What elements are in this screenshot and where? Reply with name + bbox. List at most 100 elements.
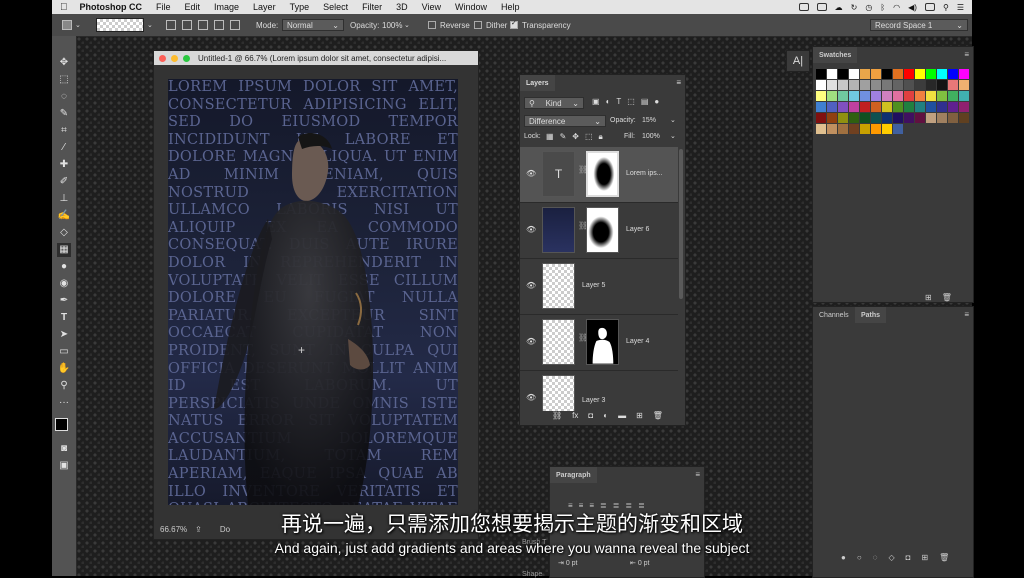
display-icon[interactable] [816, 3, 827, 11]
panel-menu-icon[interactable]: ≡ [964, 310, 969, 319]
filter-toggle-icon[interactable]: ● [654, 97, 659, 106]
color-swatch[interactable] [860, 102, 870, 112]
color-swatch[interactable] [882, 69, 892, 79]
color-swatch[interactable] [882, 124, 892, 134]
workspace-switcher[interactable]: Record Space 1 ⌄ [870, 19, 968, 31]
chevron-down-icon[interactable]: ⌄ [404, 14, 410, 36]
reflected-gradient-icon[interactable] [214, 20, 224, 30]
layer-name[interactable]: Layer 3 [582, 397, 605, 404]
layer-opacity-field[interactable]: 15% [642, 117, 656, 124]
menu-window[interactable]: Window [455, 2, 487, 12]
color-swatch[interactable] [827, 69, 837, 79]
document-canvas[interactable]: LOREM IPSUM DOLOR SIT AMET, CONSECTETUR … [168, 79, 458, 505]
layer-mask-thumbnail[interactable] [586, 207, 619, 253]
color-swatch[interactable] [893, 69, 903, 79]
tab-channels[interactable]: Channels [813, 307, 855, 323]
color-swatch[interactable] [948, 91, 958, 101]
panel-menu-icon[interactable]: ≡ [676, 78, 681, 87]
stamp-tool-icon[interactable]: ⊥ [57, 192, 71, 206]
color-swatch[interactable] [915, 69, 925, 79]
quick-select-tool-icon[interactable]: ✎ [57, 107, 71, 121]
color-swatch[interactable] [915, 80, 925, 90]
color-swatch[interactable] [827, 91, 837, 101]
color-swatch[interactable] [838, 69, 848, 79]
color-swatch[interactable] [827, 113, 837, 123]
color-swatch[interactable] [948, 102, 958, 112]
menu-layer[interactable]: Layer [253, 2, 276, 12]
color-swatch[interactable] [937, 80, 947, 90]
path-select-tool-icon[interactable]: ➤ [57, 328, 71, 342]
color-swatch[interactable] [893, 80, 903, 90]
character-panel-icon[interactable]: A| [786, 50, 810, 72]
color-swatch[interactable] [838, 113, 848, 123]
color-swatch[interactable] [893, 124, 903, 134]
layer-name[interactable]: Layer 5 [582, 282, 605, 289]
menu-filter[interactable]: Filter [362, 2, 382, 12]
color-swatch[interactable] [816, 80, 826, 90]
color-swatch[interactable] [838, 124, 848, 134]
adjustment-layer-icon[interactable]: ◐ [603, 411, 608, 420]
color-swatch[interactable] [871, 80, 881, 90]
layer-row-6[interactable]: 👁︎ ⛓ Layer 6 [520, 203, 678, 259]
gradient-preview[interactable]: ⌄ [96, 14, 153, 36]
color-swatch[interactable] [904, 80, 914, 90]
zoom-tool-icon[interactable]: ⚲ [57, 379, 71, 393]
adjustment-filter-icon[interactable]: ◐ [606, 97, 611, 106]
lock-artboard-icon[interactable]: ⬚ [585, 132, 593, 142]
foreground-color-swatch[interactable] [55, 418, 68, 431]
color-swatch[interactable] [849, 124, 859, 134]
fx-icon[interactable]: fx [572, 411, 578, 420]
color-swatch[interactable] [904, 69, 914, 79]
color-swatch[interactable] [937, 113, 947, 123]
color-swatch[interactable] [816, 91, 826, 101]
layer-mask-thumbnail[interactable] [586, 319, 619, 365]
volume-icon[interactable]: ◀) [908, 3, 917, 12]
menu-file[interactable]: File [156, 2, 171, 12]
visibility-eye-icon[interactable]: 👁︎ [526, 281, 536, 290]
color-swatch[interactable] [849, 69, 859, 79]
indent-left-field[interactable]: ⇥ 0 pt [558, 559, 578, 567]
bluetooth-icon[interactable]: ᛒ [880, 3, 885, 12]
crop-tool-icon[interactable]: ⌗ [57, 124, 71, 138]
visibility-eye-icon[interactable]: 👁︎ [526, 169, 536, 178]
reverse-checkbox[interactable]: Reverse [428, 14, 470, 36]
clock-icon[interactable]: ◷ [865, 3, 872, 12]
new-swatch-icon[interactable]: ⊞ [925, 293, 932, 302]
menu-select[interactable]: Select [323, 2, 348, 12]
color-swatch[interactable] [882, 80, 892, 90]
layer-row-5[interactable]: 👁︎ Layer 5 [520, 259, 678, 315]
color-swatch[interactable] [860, 113, 870, 123]
color-swatch[interactable] [937, 91, 947, 101]
tab-paths[interactable]: Paths [855, 307, 887, 323]
layer-filter-select[interactable]: ⚲ Kind ⌄ [524, 97, 584, 109]
tool-preset-picker[interactable]: ⌄ [62, 14, 81, 36]
color-swatch[interactable] [948, 80, 958, 90]
trash-icon[interactable]: 🗑︎ [942, 293, 952, 302]
smart-object-filter-icon[interactable]: ▤ [641, 97, 649, 106]
dither-check-box[interactable] [474, 21, 482, 29]
color-swatch[interactable] [904, 113, 914, 123]
layer-name[interactable]: Layer 6 [626, 226, 649, 233]
color-swatch[interactable] [871, 124, 881, 134]
color-swatch[interactable] [926, 80, 936, 90]
shape-filter-icon[interactable]: ⬚ [627, 97, 635, 106]
blur-tool-icon[interactable]: ● [57, 260, 71, 274]
color-swatch[interactable] [904, 102, 914, 112]
blend-mode-select[interactable]: Difference ⌄ [524, 115, 606, 127]
chevron-down-icon[interactable]: ⌄ [670, 116, 676, 124]
panel-menu-icon[interactable]: ≡ [695, 470, 700, 479]
color-swatch[interactable] [882, 91, 892, 101]
pixel-filter-icon[interactable]: ▣ [592, 97, 600, 106]
layer-name[interactable]: Lorem ips... [626, 170, 663, 177]
diamond-gradient-icon[interactable] [230, 20, 240, 30]
color-swatch[interactable] [882, 102, 892, 112]
lock-position-icon[interactable]: ✥ [572, 132, 579, 142]
trash-icon[interactable]: 🗑︎ [653, 411, 663, 420]
color-swatch[interactable] [937, 69, 947, 79]
angle-gradient-icon[interactable] [198, 20, 208, 30]
pen-tool-icon[interactable]: ✒ [57, 294, 71, 308]
hand-tool-icon[interactable]: ✋ [57, 362, 71, 376]
color-swatch[interactable] [838, 91, 848, 101]
color-swatch[interactable] [959, 113, 969, 123]
camera-icon[interactable] [798, 3, 809, 11]
